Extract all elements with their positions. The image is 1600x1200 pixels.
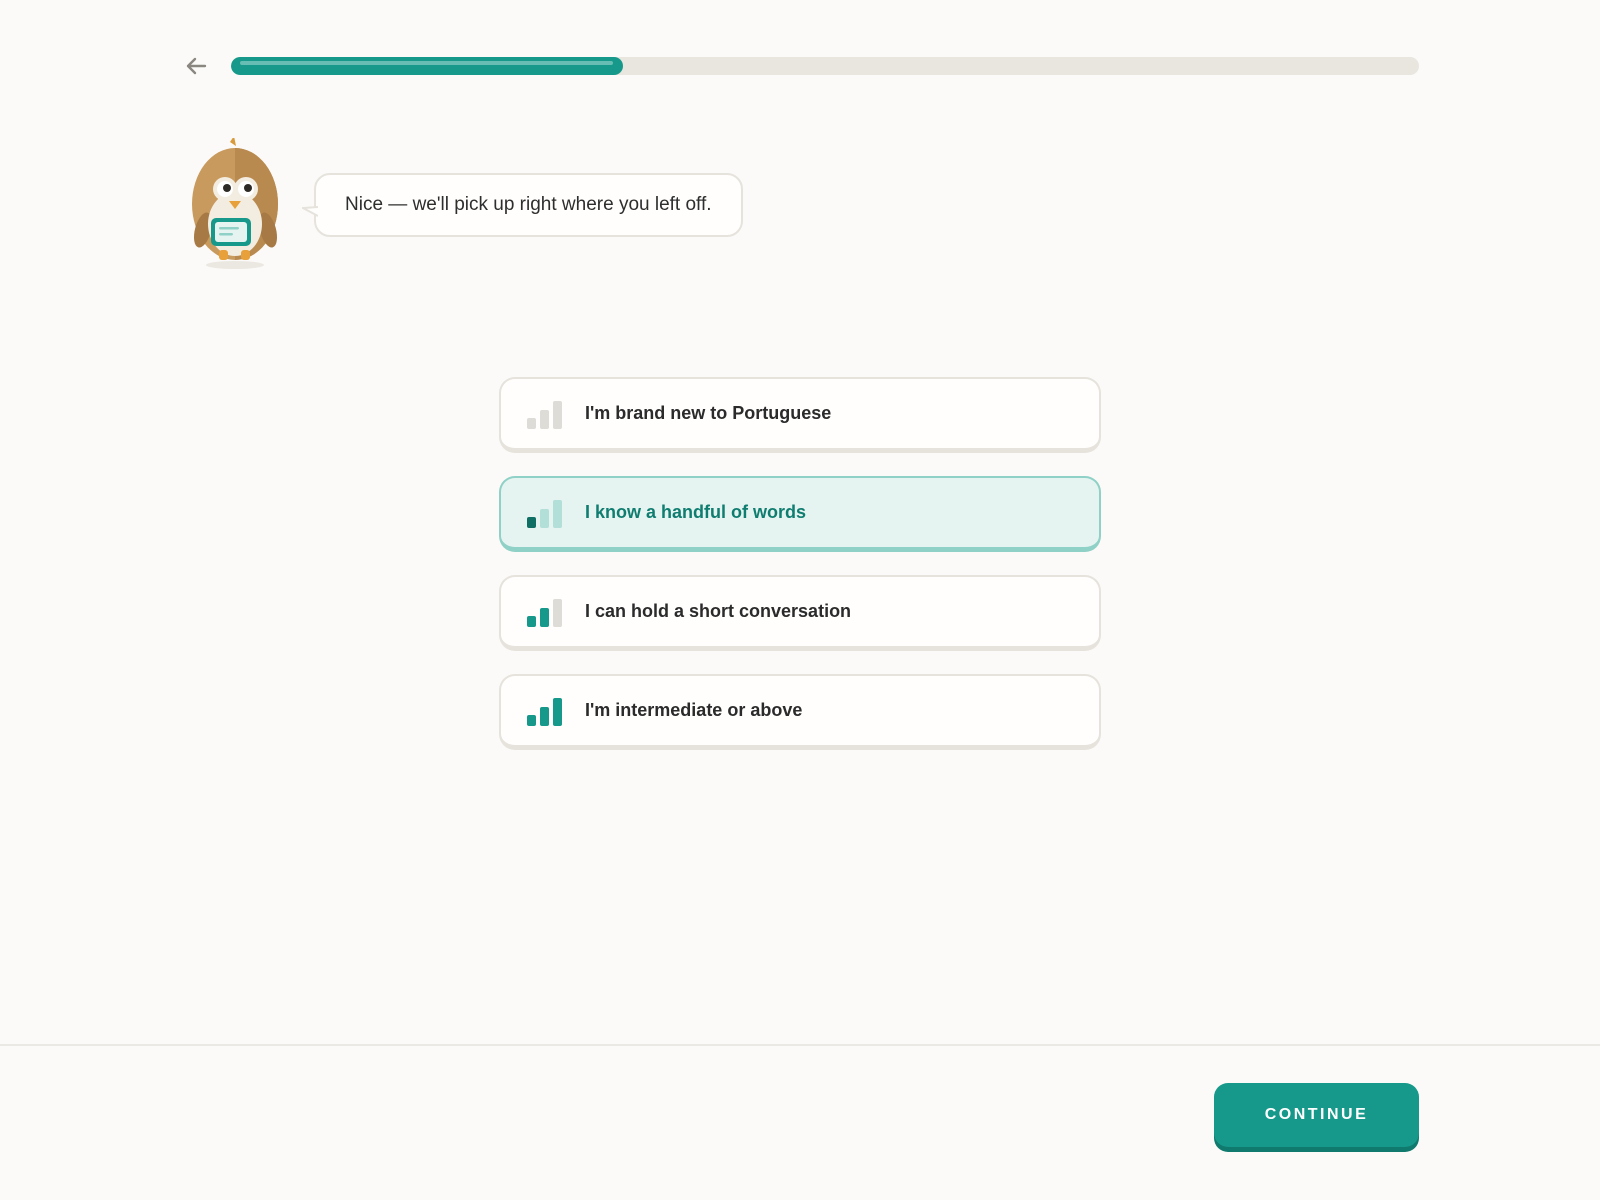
option-intermediate[interactable]: I'm intermediate or above bbox=[499, 674, 1101, 750]
signal-bar-3 bbox=[553, 697, 562, 726]
option-brand-new[interactable]: I'm brand new to Portuguese bbox=[499, 377, 1101, 453]
speech-bubble-tail bbox=[302, 206, 318, 217]
signal-bar-2 bbox=[540, 508, 549, 528]
signal-bar-1 bbox=[527, 417, 536, 429]
proficiency-options: I'm brand new to Portuguese I know a han… bbox=[499, 377, 1101, 773]
option-short-conversation[interactable]: I can hold a short conversation bbox=[499, 575, 1101, 651]
onboarding-screen: Nice — we'll pick up right where you lef… bbox=[0, 0, 1600, 1200]
option-handful-of-words[interactable]: I know a handful of words bbox=[499, 476, 1101, 552]
signal-bar-3 bbox=[553, 499, 562, 528]
back-button[interactable] bbox=[180, 52, 212, 80]
signal-bar-1 bbox=[527, 516, 536, 528]
signal-bar-3 bbox=[553, 400, 562, 429]
signal-bar-2 bbox=[540, 607, 549, 627]
speech-bubble: Nice — we'll pick up right where you lef… bbox=[302, 173, 743, 237]
signal-bar-2 bbox=[540, 409, 549, 429]
option-label: I'm intermediate or above bbox=[585, 700, 803, 720]
owl-mascot-icon bbox=[192, 138, 278, 269]
continue-button[interactable]: CONTINUE bbox=[1214, 1083, 1419, 1147]
option-label: I can hold a short conversation bbox=[585, 601, 852, 621]
option-label: I'm brand new to Portuguese bbox=[585, 403, 832, 423]
arrow-left-icon bbox=[186, 57, 207, 75]
signal-bars-icon bbox=[527, 499, 562, 528]
signal-bar-3 bbox=[553, 598, 562, 627]
signal-bar-2 bbox=[540, 706, 549, 726]
signal-bars-icon bbox=[527, 697, 562, 726]
option-label: I know a handful of words bbox=[585, 502, 807, 522]
footer-divider bbox=[0, 1044, 1600, 1046]
signal-bar-1 bbox=[527, 615, 536, 627]
signal-bars-icon bbox=[527, 400, 562, 429]
signal-bars-icon bbox=[527, 598, 562, 627]
progress-bar bbox=[231, 57, 1419, 75]
speech-text: Nice — we'll pick up right where you lef… bbox=[345, 194, 712, 215]
progress-fill bbox=[231, 57, 624, 75]
signal-bar-1 bbox=[527, 714, 536, 726]
